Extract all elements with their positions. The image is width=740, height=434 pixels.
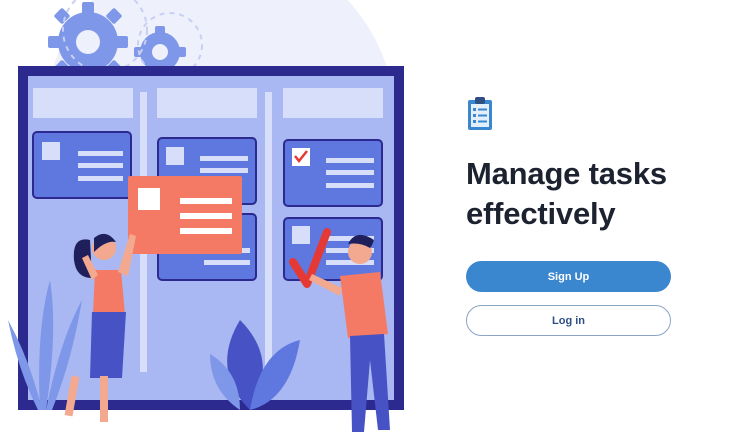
log-in-button-label: Log in [552,314,585,327]
page-title-line-2: effectively [466,196,616,231]
task-card [32,131,132,199]
auth-panel: Manage tasks effectively Sign Up Log in [466,0,696,434]
kanban-board-illustration [8,0,404,432]
onboarding-screen: Manage tasks effectively Sign Up Log in [0,0,740,434]
page-title: Manage tasks effectively [466,154,706,234]
task-card-done [283,139,383,207]
log-in-button[interactable]: Log in [466,305,671,336]
sign-up-button-label: Sign Up [547,270,590,283]
page-title-line-1: Manage tasks [466,156,667,191]
sign-up-button[interactable]: Sign Up [466,261,671,292]
clipboard-checklist-icon [468,97,492,130]
moving-task-card [128,176,242,254]
